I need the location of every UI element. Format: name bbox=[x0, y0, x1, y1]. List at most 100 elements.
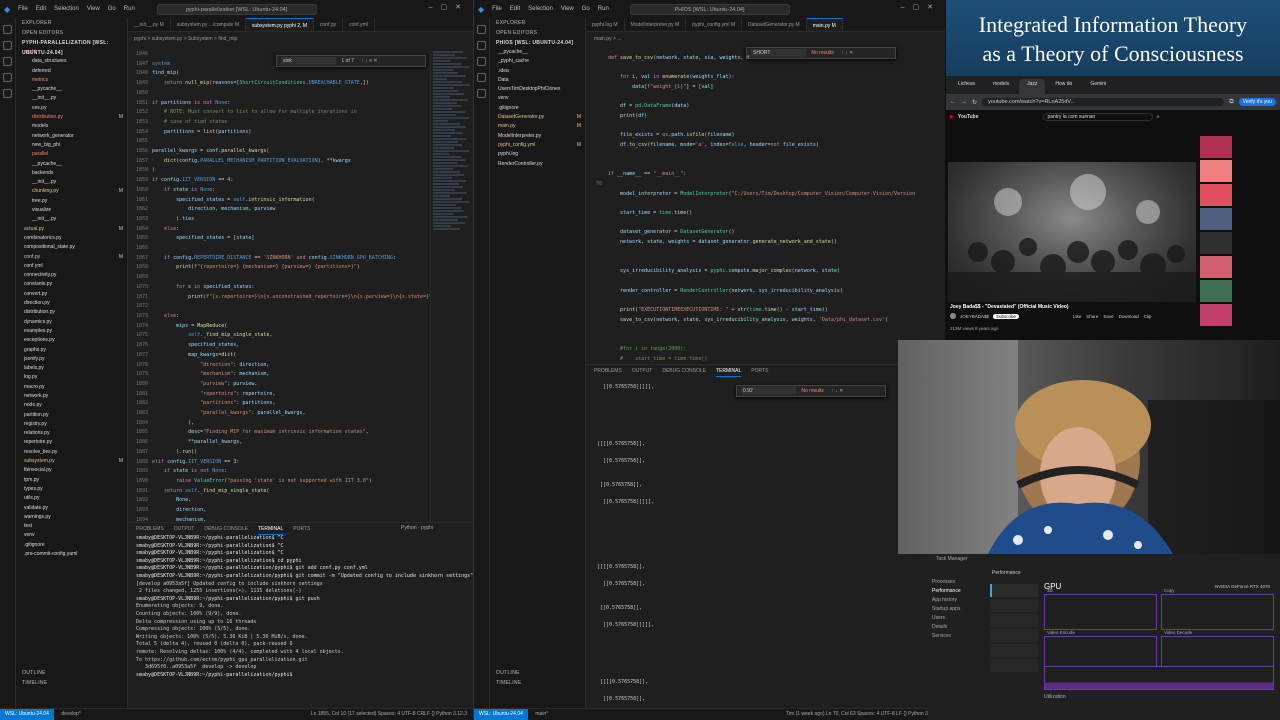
outline-header[interactable]: OUTLINE bbox=[490, 668, 585, 678]
tree-item[interactable]: models bbox=[16, 122, 127, 131]
tree-item[interactable]: resolve_ties.py bbox=[16, 448, 127, 457]
video-actions[interactable]: Like Share Save Download Clip bbox=[1073, 314, 1151, 319]
tree-item[interactable]: chunking.py M bbox=[16, 187, 127, 196]
breadcrumb[interactable]: main.py > ... bbox=[594, 34, 621, 44]
workspace-root[interactable]: PHIOS [WSL: UBUNTU-24.04] bbox=[490, 38, 585, 48]
panel-tab[interactable]: TERMINAL bbox=[257, 523, 284, 535]
browser-tab[interactable]: Jazz bbox=[1019, 79, 1046, 94]
tree-item[interactable]: relations.py bbox=[16, 429, 127, 438]
tree-item[interactable]: network.py bbox=[16, 392, 127, 401]
recommendations[interactable] bbox=[1200, 134, 1280, 334]
video-action-button[interactable]: Save bbox=[1103, 314, 1113, 319]
tree-item[interactable]: data_structures bbox=[16, 57, 127, 66]
tree-item[interactable]: direction.py bbox=[16, 299, 127, 308]
gpu-device-list[interactable] bbox=[990, 582, 1038, 674]
tree-item[interactable]: venv bbox=[16, 531, 127, 540]
tree-item[interactable]: repertoire.py bbox=[16, 438, 127, 447]
youtube-logo-icon[interactable]: ▶ bbox=[950, 114, 954, 120]
tree-item[interactable]: RenderController.py bbox=[490, 160, 585, 169]
tree-item[interactable]: Data bbox=[490, 76, 585, 85]
command-center[interactable]: pyphi-parallelization [WSL: Ubuntu-24.04… bbox=[156, 3, 317, 15]
search-icon[interactable]: ⌕ bbox=[1157, 114, 1160, 120]
tree-item[interactable]: UsersTimDesktopPhiClones bbox=[490, 85, 585, 94]
video-action-button[interactable]: Share bbox=[1086, 314, 1098, 319]
outline-header[interactable]: OUTLINE bbox=[16, 668, 127, 678]
window-controls[interactable]: –▢✕ bbox=[429, 3, 469, 11]
timeline-header[interactable]: TIMELINE bbox=[16, 678, 127, 688]
tree-item[interactable]: parallel bbox=[16, 150, 127, 159]
taskmgr-nav-item[interactable]: Details bbox=[932, 623, 982, 632]
terminal-output[interactable]: smaby@DESKTOP-VLJNB9R:~/pyphi-paralleliz… bbox=[128, 535, 473, 679]
menu-item[interactable]: View bbox=[87, 6, 100, 12]
menu-bar[interactable]: File Edit Selection View Go Run bbox=[492, 6, 609, 12]
forward-icon[interactable]: → bbox=[961, 99, 967, 105]
menu-item[interactable]: Selection bbox=[54, 6, 79, 12]
tree-item[interactable]: conf.py M bbox=[16, 253, 127, 262]
find-nav-icons[interactable]: ↑ ↓ ✕ bbox=[831, 388, 843, 394]
tree-item[interactable]: .idea bbox=[490, 67, 585, 76]
taskmgr-nav-item[interactable]: Processes bbox=[932, 578, 982, 587]
subscribe-button[interactable]: Subscribe bbox=[993, 313, 1020, 319]
tree-item[interactable]: __init__.py bbox=[16, 178, 127, 187]
remote-indicator[interactable]: WSL: Ubuntu-24.04 bbox=[474, 709, 528, 720]
branch-indicator[interactable]: main* bbox=[535, 711, 548, 717]
tree-item[interactable]: backends bbox=[16, 169, 127, 178]
editor-tab[interactable]: pyphi.log M bbox=[586, 18, 625, 31]
tree-item[interactable]: types.py bbox=[16, 485, 127, 494]
editor-tab[interactable]: subsystem.py ...\compute M bbox=[171, 18, 246, 31]
editor-tab[interactable]: DatasetGenerator.py M bbox=[742, 18, 807, 31]
menu-item[interactable]: Edit bbox=[36, 6, 46, 12]
tree-item[interactable]: __pycache__ bbox=[16, 160, 127, 169]
address-bar[interactable]: youtube.com/watch?v=RLnA25dV... bbox=[982, 98, 1225, 106]
tree-item[interactable]: __pycache__ bbox=[16, 85, 127, 94]
taskmgr-nav-item[interactable]: Performance bbox=[932, 587, 982, 596]
tree-item[interactable]: exceptions.py bbox=[16, 336, 127, 345]
panel-tab[interactable]: PROBLEMS bbox=[136, 523, 164, 535]
tree-item[interactable]: new_big_phi bbox=[16, 141, 127, 150]
tree-item[interactable]: macro.py bbox=[16, 383, 127, 392]
tree-item[interactable]: registry.py bbox=[16, 420, 127, 429]
youtube-search-input[interactable]: pantry la com suenan bbox=[1042, 113, 1153, 121]
tree-item[interactable]: subsystem.py M bbox=[16, 457, 127, 466]
taskmgr-nav-item[interactable]: Services bbox=[932, 632, 982, 641]
menu-item[interactable]: Go bbox=[582, 6, 590, 12]
tree-item[interactable]: deferred bbox=[16, 67, 127, 76]
editor-tab[interactable]: ModelInterpreter.py M bbox=[625, 18, 687, 31]
menu-item[interactable]: File bbox=[492, 6, 502, 12]
tree-item[interactable]: node.py bbox=[16, 401, 127, 410]
editor-tab[interactable]: subsystem.py pyphi 2, M bbox=[246, 18, 315, 31]
menu-item[interactable]: View bbox=[561, 6, 574, 12]
browser-tab[interactable]: Gemini bbox=[1082, 79, 1114, 94]
tree-item[interactable]: tbinsocial.py bbox=[16, 466, 127, 475]
code-editor[interactable]: system find_mip( return null_mip(reasons… bbox=[152, 50, 430, 522]
tree-item[interactable]: network_generator bbox=[16, 132, 127, 141]
browser-tab[interactable]: models bbox=[985, 79, 1017, 94]
tree-item[interactable]: metrics bbox=[16, 76, 127, 85]
tree-item[interactable]: tree.py bbox=[16, 197, 127, 206]
browser-tab[interactable]: Lichess bbox=[950, 79, 983, 94]
tree-item[interactable]: utils.py bbox=[16, 494, 127, 503]
tree-item[interactable]: tpm.py bbox=[16, 476, 127, 485]
open-editors-header[interactable]: OPEN EDITORS bbox=[16, 28, 127, 38]
tree-item[interactable]: ces.py bbox=[16, 104, 127, 113]
tree-item[interactable]: pyphi_config.yml M bbox=[490, 141, 585, 150]
terminal-find-input[interactable]: 0.92 bbox=[741, 386, 796, 395]
branch-indicator[interactable]: develop* bbox=[61, 711, 80, 717]
tree-item[interactable]: .pre-commit-config.yaml bbox=[16, 550, 127, 559]
status-right[interactable]: Tim (1 week ago) Ln 70, Col 63 Spaces: 4… bbox=[786, 709, 939, 720]
reload-icon[interactable]: ↻ bbox=[972, 99, 977, 106]
workspace-root[interactable]: PYPHI-PARALLELIZATION [WSL: UBUNTU-24.04… bbox=[16, 38, 127, 56]
menu-item[interactable]: Selection bbox=[528, 6, 553, 12]
menu-item[interactable]: Run bbox=[598, 6, 609, 12]
panel-tab[interactable]: OUTPUT bbox=[632, 365, 653, 377]
extensions-icon[interactable]: ⧉ bbox=[1229, 99, 1233, 106]
minimap[interactable] bbox=[430, 50, 473, 522]
panel-tab[interactable]: OUTPUT bbox=[174, 523, 195, 535]
menu-bar[interactable]: File Edit Selection View Go Run bbox=[18, 6, 135, 12]
panel-tab[interactable]: DEBUG CONSOLE bbox=[662, 365, 706, 377]
tree-item[interactable]: test bbox=[16, 522, 127, 531]
editor-tabs[interactable]: pyphi.log M ModelInterpreter.py Mpyphi_co… bbox=[586, 18, 945, 32]
editor-tab[interactable]: pyphi_config.yml M bbox=[686, 18, 743, 31]
tree-item[interactable]: actual.py M bbox=[16, 225, 127, 234]
tree-item[interactable]: distribution.py M bbox=[16, 113, 127, 122]
